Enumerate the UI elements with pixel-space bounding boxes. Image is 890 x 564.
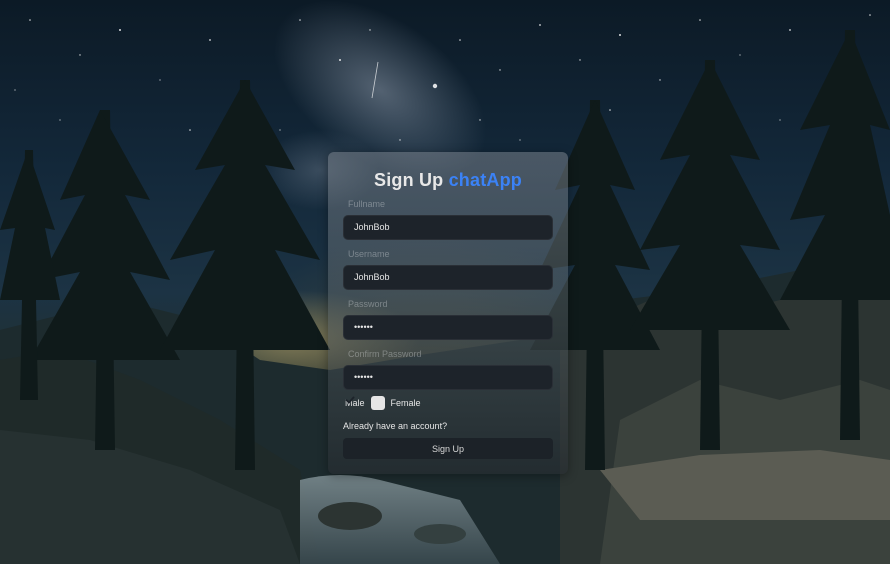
title-prefix: Sign Up	[373, 170, 444, 190]
page-title: Sign Up chatApp	[328, 170, 568, 191]
brand-name: chatApp	[448, 170, 522, 190]
fullname-label: Fullname	[348, 199, 386, 209]
gender-checkbox[interactable]	[345, 396, 385, 410]
confirm-password-field[interactable]: ••••••	[343, 365, 553, 390]
fullname-field[interactable]: JohnBob	[343, 215, 553, 240]
login-link[interactable]: Already have an account?	[343, 421, 447, 431]
confirm-password-label: Confirm Password	[348, 349, 422, 359]
signup-button[interactable]: Sign Up	[343, 438, 553, 459]
username-field[interactable]: JohnBob	[343, 265, 553, 290]
checkmark-icon	[345, 396, 355, 404]
signup-card: Sign Up chatApp Fullname JohnBob Usernam…	[328, 152, 568, 474]
female-label[interactable]: Female	[391, 398, 421, 408]
password-field[interactable]: ••••••	[343, 315, 553, 340]
gender-selector: Male Female	[345, 395, 421, 411]
background-scene: Sign Up chatApp Fullname JohnBob Usernam…	[0, 0, 890, 564]
username-label: Username	[348, 249, 390, 259]
password-label: Password	[348, 299, 388, 309]
